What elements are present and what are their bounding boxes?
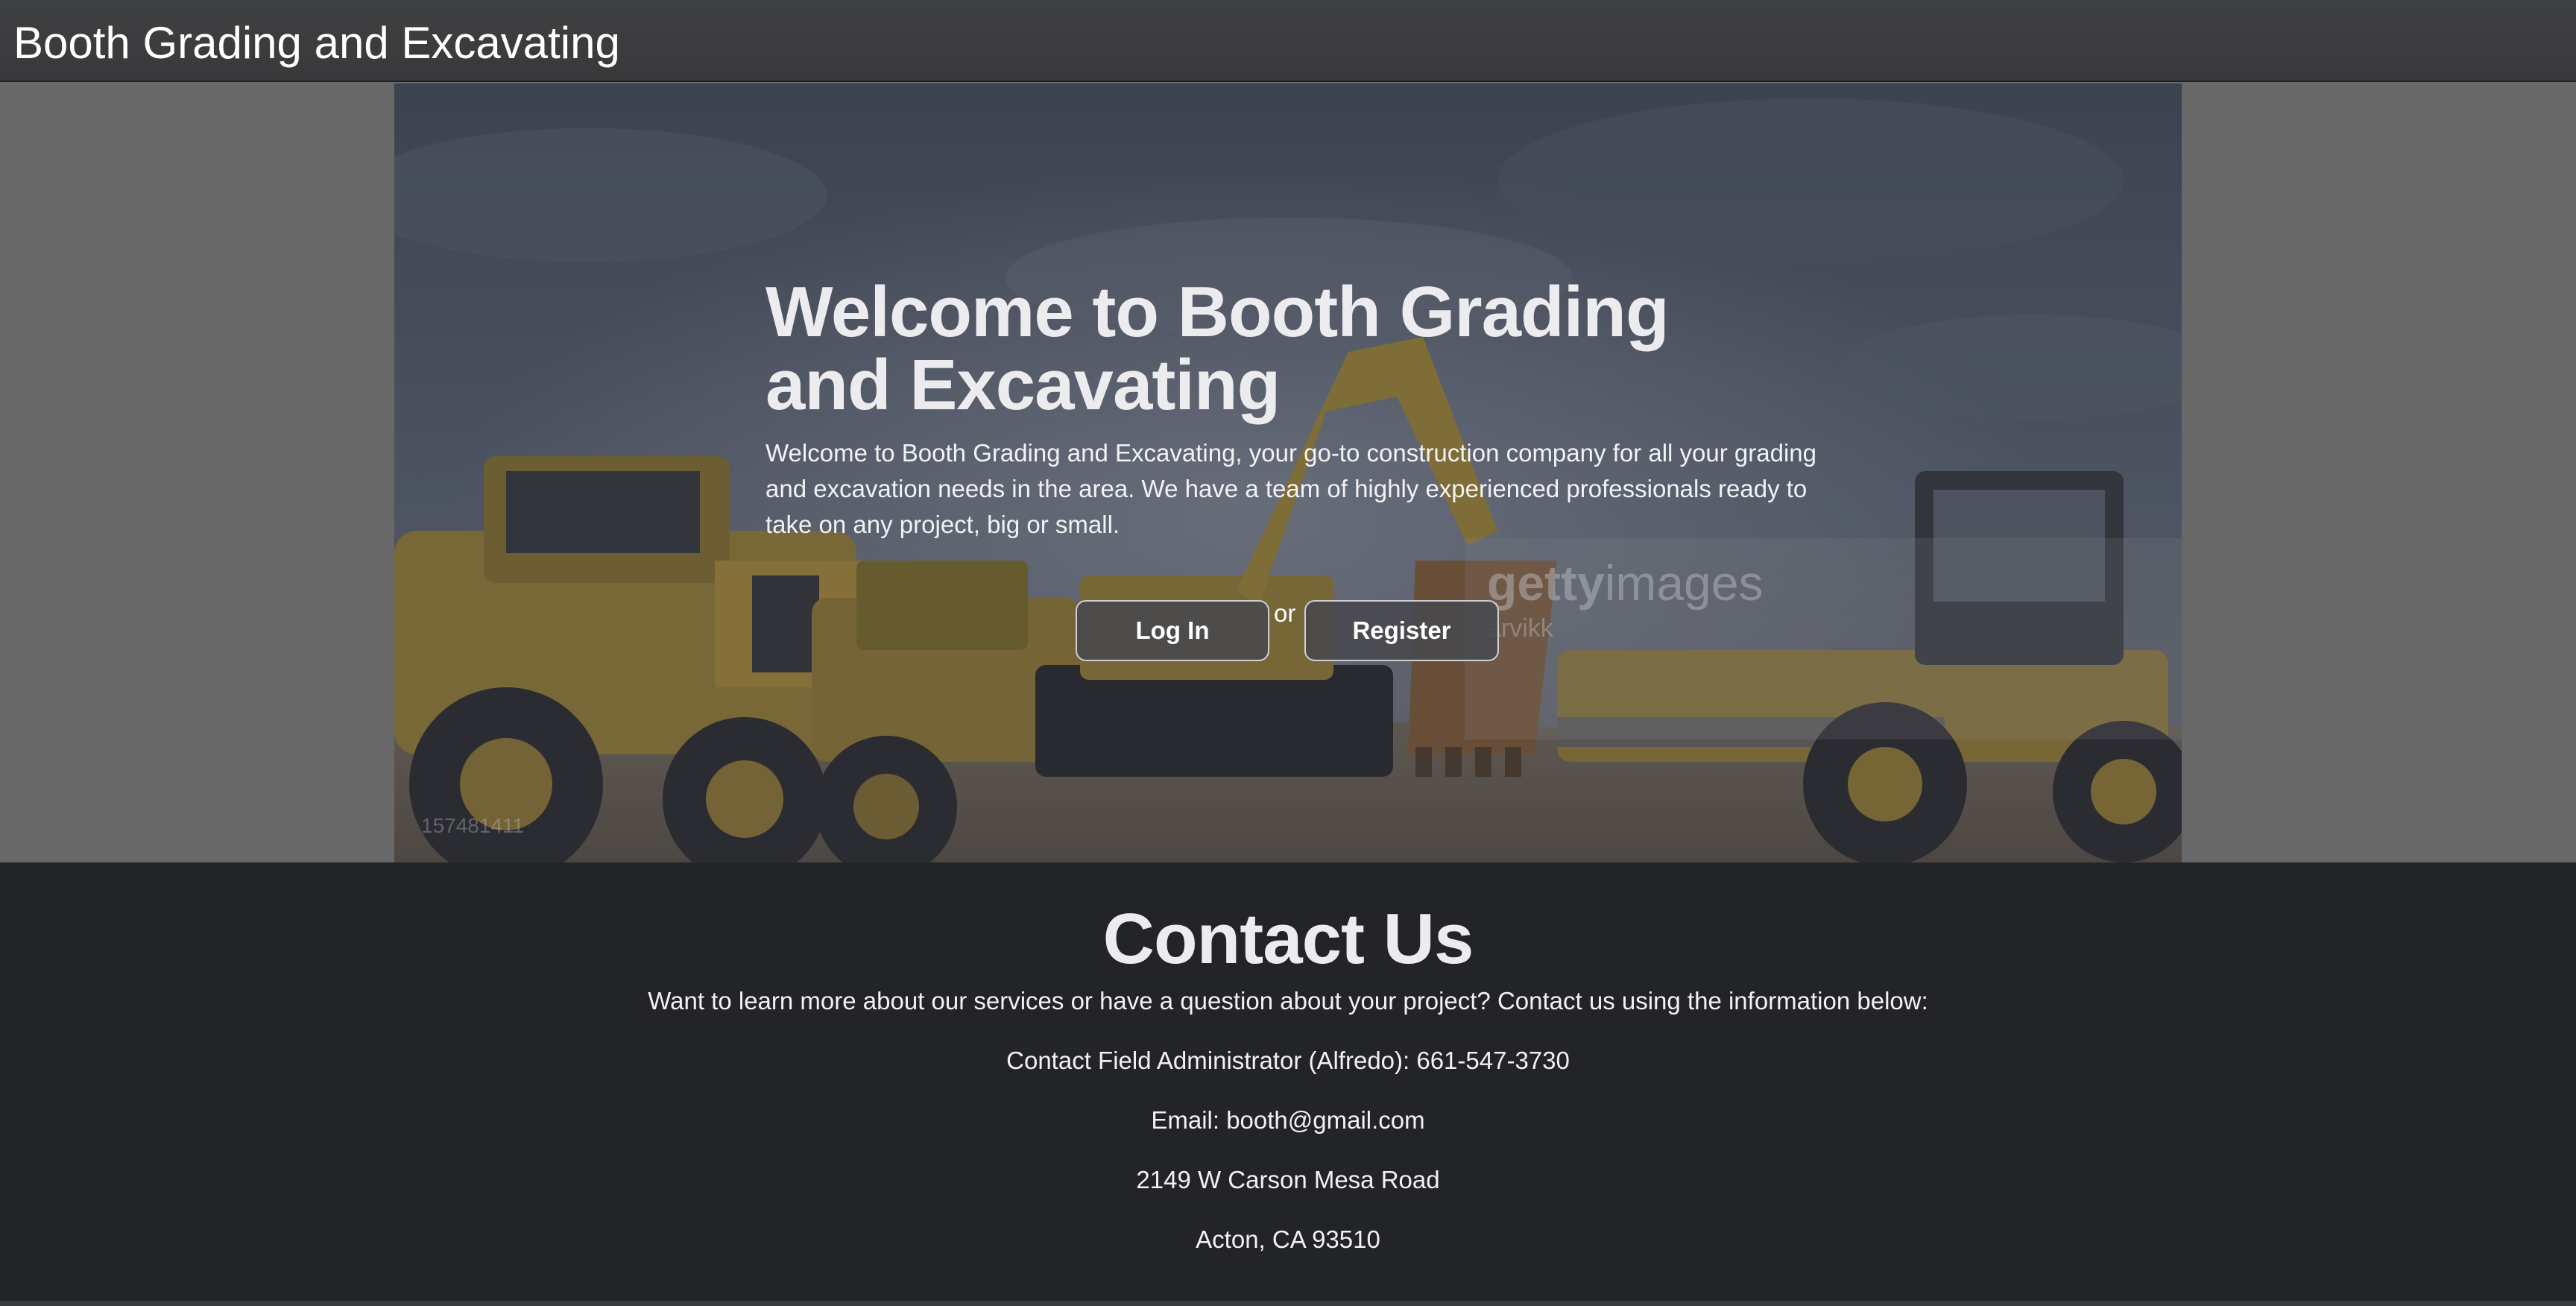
watermark-logo-light: images xyxy=(1604,555,1764,611)
contact-intro: Want to learn more about our services or… xyxy=(648,987,1928,1015)
hero-description: Welcome to Booth Grading and Excavating,… xyxy=(765,439,1816,538)
contact-section: Contact Us Want to learn more about our … xyxy=(0,862,2576,1306)
hero-section: gettyimages arvikk 157481411 Welcome to … xyxy=(394,83,2182,862)
hero-content: Welcome to Booth Grading and Excavating … xyxy=(765,276,1824,543)
register-button[interactable]: Register xyxy=(1304,600,1499,661)
stock-image-id: 157481411 xyxy=(421,814,525,837)
auth-actions: Log In or Register xyxy=(1076,591,1523,661)
contact-phone: Contact Field Administrator (Alfredo): 6… xyxy=(1006,1047,1570,1074)
brand-link[interactable]: Booth Grading and Excavating xyxy=(13,18,620,69)
or-separator: or xyxy=(1274,599,1296,627)
contact-address-street: 2149 W Carson Mesa Road xyxy=(1136,1166,1440,1193)
page-bottom-edge xyxy=(0,1301,2576,1306)
stock-watermark: gettyimages arvikk xyxy=(1465,538,2182,739)
contact-title: Contact Us xyxy=(1102,899,1474,979)
browser-page: Booth Grading and Excavating gettyimages… xyxy=(0,0,2576,1306)
login-button[interactable]: Log In xyxy=(1076,600,1269,661)
top-navbar: Booth Grading and Excavating xyxy=(0,0,2576,82)
hero-title: Welcome to Booth Grading and Excavating xyxy=(765,272,1670,425)
contact-address-city: Acton, CA 93510 xyxy=(1196,1225,1380,1253)
contact-email: Email: booth@gmail.com xyxy=(1151,1106,1425,1134)
